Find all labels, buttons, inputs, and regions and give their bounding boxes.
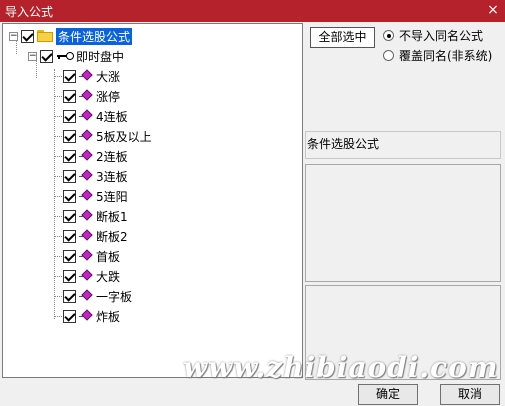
radio-unselected-icon[interactable]	[383, 50, 394, 61]
item-checkbox[interactable]	[63, 209, 76, 223]
tree-item-row[interactable]: 大跌	[63, 267, 120, 285]
item-checkbox[interactable]	[63, 229, 76, 243]
item-checkbox[interactable]	[63, 189, 76, 203]
tree-line	[54, 156, 62, 157]
tree-line	[54, 76, 62, 77]
tree-item-row[interactable]: 2连板	[63, 147, 128, 165]
tree-item-row[interactable]: 断板1	[63, 207, 128, 225]
cancel-button[interactable]: 取消	[440, 384, 500, 405]
tree-item-row[interactable]: 首板	[63, 247, 120, 265]
collapse-icon[interactable]: −	[9, 31, 18, 41]
title-bar: 导入公式 ×	[0, 0, 505, 22]
tree-line	[54, 69, 55, 319]
item-label[interactable]: 3连板	[96, 168, 128, 185]
item-checkbox[interactable]	[63, 309, 76, 323]
formula-icon	[79, 189, 93, 202]
tree-line	[54, 96, 62, 97]
category-label: 条件选股公式	[307, 137, 380, 151]
window-title: 导入公式	[5, 5, 54, 19]
group-checkbox[interactable]	[40, 49, 53, 63]
tree-line	[54, 256, 62, 257]
group-label[interactable]: 即时盘中	[76, 48, 124, 65]
item-checkbox[interactable]	[63, 149, 76, 163]
item-checkbox[interactable]	[63, 129, 76, 143]
tree-item-row[interactable]: 4连板	[63, 107, 128, 125]
tree-line	[54, 116, 62, 117]
tree-line	[54, 216, 62, 217]
key-icon	[56, 50, 74, 62]
select-all-button[interactable]: 全部选中	[310, 27, 375, 48]
item-label[interactable]: 首板	[96, 248, 120, 265]
tree-line	[54, 176, 62, 177]
radio-no-import[interactable]: 不导入同名公式	[383, 27, 483, 44]
root-checkbox[interactable]	[21, 29, 34, 43]
radio-selected-icon[interactable]	[383, 30, 394, 41]
radio-overwrite[interactable]: 覆盖同名(非系统)	[383, 47, 492, 64]
item-label[interactable]: 炸板	[96, 308, 120, 325]
tree-item-row[interactable]: 3连板	[63, 167, 128, 185]
tree-line	[54, 316, 62, 317]
item-label[interactable]: 大跌	[96, 268, 120, 285]
tree-line	[54, 136, 62, 137]
formula-icon	[79, 209, 93, 222]
tree-group-row[interactable]: − 即时盘中	[28, 47, 124, 65]
tree-item-row[interactable]: 一字板	[63, 287, 132, 305]
formula-icon	[79, 289, 93, 302]
radio-no-import-label: 不导入同名公式	[399, 29, 484, 43]
close-icon[interactable]: ×	[485, 1, 501, 19]
tree-item-row[interactable]: 5连阳	[63, 187, 128, 205]
formula-tree[interactable]: − 条件选股公式 − 即时盘中 大涨涨停 4连板 5板及以上 2连板 3连板 5连阳断板1…	[2, 23, 303, 378]
tree-line	[54, 276, 62, 277]
formula-icon	[79, 249, 93, 262]
formula-icon	[79, 149, 93, 162]
formula-icon	[79, 269, 93, 282]
item-checkbox[interactable]	[63, 69, 76, 83]
ok-button[interactable]: 确定	[358, 384, 418, 405]
collapse-icon[interactable]: −	[28, 51, 37, 61]
item-checkbox[interactable]	[63, 89, 76, 103]
item-checkbox[interactable]	[63, 109, 76, 123]
tree-root-row[interactable]: − 条件选股公式	[9, 27, 133, 45]
item-label[interactable]: 2连板	[96, 148, 128, 165]
formula-icon	[79, 69, 93, 82]
item-label[interactable]: 一字板	[96, 288, 132, 305]
item-label[interactable]: 4连板	[96, 108, 128, 125]
description-panel	[305, 164, 501, 282]
item-checkbox[interactable]	[63, 269, 76, 283]
item-label[interactable]: 断板2	[96, 228, 128, 245]
tree-line	[54, 196, 62, 197]
tree-item-row[interactable]: 断板2	[63, 227, 128, 245]
tree-item-row[interactable]: 炸板	[63, 307, 120, 325]
formula-icon	[79, 229, 93, 242]
item-label[interactable]: 涨停	[96, 88, 120, 105]
tree-item-row[interactable]: 涨停	[63, 87, 120, 105]
item-label[interactable]: 5连阳	[96, 188, 128, 205]
tree-line	[54, 296, 62, 297]
tree-item-row[interactable]: 大涨	[63, 67, 120, 85]
formula-icon	[79, 109, 93, 122]
formula-icon	[79, 89, 93, 102]
category-header: 条件选股公式	[305, 131, 501, 159]
item-label[interactable]: 5板及以上	[96, 128, 152, 145]
formula-icon	[79, 309, 93, 322]
root-label[interactable]: 条件选股公式	[56, 27, 133, 45]
folder-icon	[37, 30, 53, 42]
item-label[interactable]: 大涨	[96, 68, 120, 85]
formula-icon	[79, 169, 93, 182]
tree-item-row[interactable]: 5板及以上	[63, 127, 152, 145]
item-checkbox[interactable]	[63, 289, 76, 303]
item-label[interactable]: 断板1	[96, 208, 128, 225]
tree-line	[54, 236, 62, 237]
item-checkbox[interactable]	[63, 249, 76, 263]
watermark-text: www.zhibiaodi.com	[183, 351, 499, 384]
item-checkbox[interactable]	[63, 169, 76, 183]
formula-icon	[79, 129, 93, 142]
radio-overwrite-label: 覆盖同名(非系统)	[399, 49, 493, 63]
